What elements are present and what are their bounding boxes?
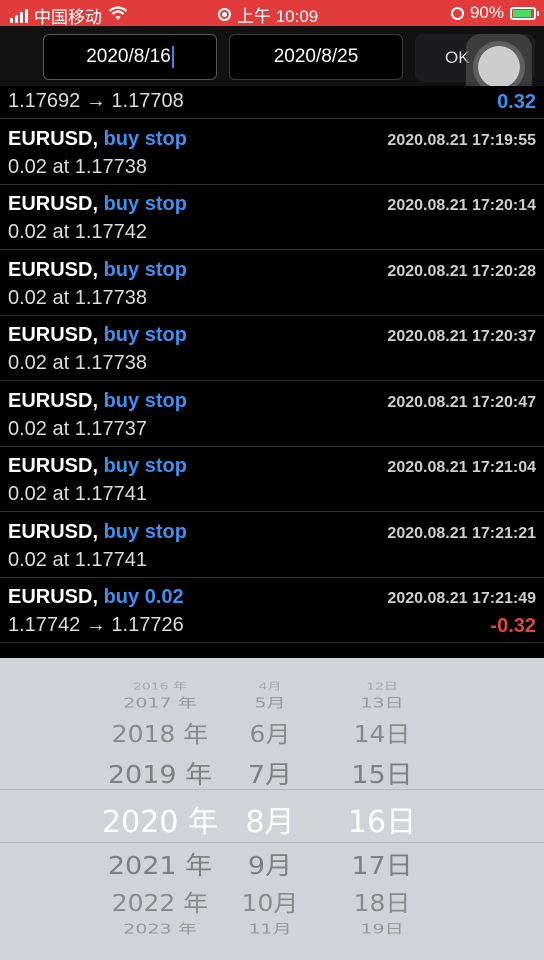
- status-time: 上午 10:09: [237, 7, 319, 26]
- order-timestamp: 2020.08.21 17:21:04: [387, 459, 536, 476]
- order-symbol: EURUSD,: [8, 389, 99, 412]
- order-detail: 0.02 at 1.17738: [8, 352, 148, 374]
- order-type: buy stop: [103, 193, 187, 215]
- order-symbol: EURUSD,: [8, 193, 99, 215]
- order-row[interactable]: EURUSD, buy 0.021.17692 → 1.177080.32: [0, 86, 544, 119]
- start-date-input[interactable]: 2020/8/16: [43, 34, 217, 80]
- order-timestamp: 2020.08.21 17:21:21: [387, 524, 536, 542]
- order-timestamp: 2020.08.21 17:21:49: [387, 590, 536, 607]
- order-timestamp: 2020.08.21 17:20:47: [387, 393, 536, 411]
- battery-percent: 90%: [469, 3, 504, 22]
- order-detail: 0.02 at 1.17738: [8, 286, 148, 309]
- order-row[interactable]: EURUSD, buy stop 2020.08.21 17:20:14 0.02 …: [0, 185, 544, 250]
- order-type: buy stop: [103, 258, 187, 281]
- carrier-name: 中国移动: [34, 8, 102, 27]
- day-option[interactable]: 19日: [360, 919, 403, 938]
- end-date-input[interactable]: 2020/8/25: [229, 34, 403, 80]
- date-filter-bar: 2020/8/16 2020/8/25 OK: [0, 26, 544, 100]
- order-symbol: EURUSD,: [8, 455, 99, 477]
- day-option[interactable]: 15日: [351, 754, 412, 790]
- battery-icon: [510, 6, 539, 20]
- order-type: buy stop: [103, 389, 187, 412]
- order-timestamp: 2020.08.21 17:20:14: [387, 197, 536, 214]
- order-detail: 0.02 at 1.17741: [8, 548, 148, 571]
- order-symbol: EURUSD,: [8, 324, 99, 346]
- order-timestamp: 2020.08.21 17:20:37: [387, 328, 536, 345]
- order-detail: 1.17742 → 1.17726: [8, 614, 184, 636]
- day-option[interactable]: 16日: [348, 797, 416, 841]
- end-date-value: 2020/8/25: [273, 46, 359, 67]
- order-symbol: EURUSD,: [8, 520, 99, 543]
- order-detail: 0.02 at 1.17738: [8, 155, 148, 178]
- order-row[interactable]: EURUSD, buy stop 2020.08.21 17:20:37 0.02 …: [0, 316, 544, 381]
- order-row[interactable]: EURUSD, buy stop 2020.08.21 17:20:28 0.02 …: [0, 251, 544, 316]
- order-type: buy stop: [103, 127, 187, 150]
- rotation-lock-icon: [450, 6, 464, 20]
- screen-record-icon: [218, 8, 231, 21]
- status-bar: 中国移动 上午 10:09 90%: [0, 0, 544, 27]
- date-wheel-picker[interactable]: 2016 年 2017 年 2018 年 2019 年 2020 年 2021 年 2022…: [0, 658, 544, 960]
- day-option[interactable]: 13日: [360, 693, 403, 712]
- order-row[interactable]: EURUSD, buy stop 2020.08.21 17:20:47 0.02 …: [0, 382, 544, 447]
- order-symbol: EURUSD,: [8, 127, 99, 150]
- order-detail: 1.17692 → 1.17708: [8, 90, 184, 112]
- text-cursor: [171, 45, 174, 68]
- order-type: buy stop: [103, 324, 187, 346]
- day-option[interactable]: 18日: [354, 885, 411, 918]
- start-date-value: 2020/8/16: [86, 46, 171, 67]
- order-type: buy stop: [103, 520, 187, 543]
- day-wheel[interactable]: 12日 13日 14日 15日 16日 17日 18日 19日: [0, 658, 544, 960]
- order-type: buy 0.02: [103, 586, 184, 608]
- order-profit: 0.32: [497, 91, 536, 113]
- order-detail: 0.02 at 1.17741: [8, 483, 148, 505]
- order-profit: -0.32: [490, 615, 536, 637]
- order-symbol: EURUSD,: [8, 586, 99, 608]
- order-detail: 0.02 at 1.17742: [8, 221, 148, 243]
- order-type: buy stop: [103, 455, 187, 477]
- day-option[interactable]: 12日: [366, 679, 398, 693]
- day-option[interactable]: 14日: [354, 716, 411, 749]
- signal-icon: [10, 8, 28, 23]
- order-timestamp: 2020.08.21 17:19:55: [387, 131, 536, 149]
- order-row[interactable]: EURUSD, buy stop 2020.08.21 17:21:04 0.02 …: [0, 447, 544, 512]
- order-row[interactable]: EURUSD, buy stop 2020.08.21 17:21:21 0.02 …: [0, 513, 544, 578]
- order-timestamp: 2020.08.21 17:20:28: [387, 262, 536, 280]
- order-row[interactable]: EURUSD, buy stop 2020.08.21 17:19:55 0.02 …: [0, 120, 544, 185]
- order-detail: 0.02 at 1.17737: [8, 417, 148, 440]
- order-row[interactable]: EURUSD, buy 0.02 2020.08.21 17:21:49 1.177…: [0, 578, 544, 643]
- order-history-list[interactable]: EURUSD, buy 0.02 1.17692 → 1.17708 0.32 EUR…: [0, 86, 544, 658]
- day-option[interactable]: 17日: [351, 845, 412, 881]
- order-symbol: EURUSD,: [8, 258, 99, 281]
- wifi-icon: [108, 5, 128, 26]
